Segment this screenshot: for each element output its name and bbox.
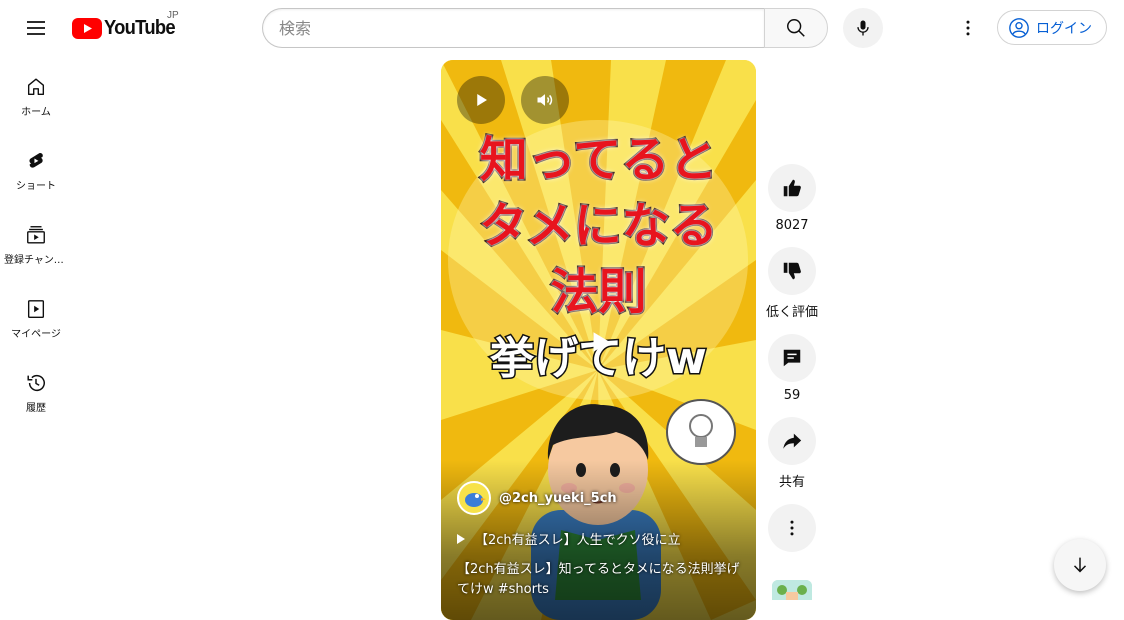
shorts-action-bar: 8027 低く評価 59 共有	[766, 164, 818, 552]
guide-menu-button[interactable]	[16, 8, 56, 48]
history-icon	[27, 375, 45, 392]
sidebar-item-label: 履歴	[26, 403, 46, 414]
search-icon	[787, 19, 805, 37]
youtube-play-logo-icon	[72, 18, 102, 39]
bird-avatar-icon	[465, 493, 486, 507]
search-input[interactable]	[262, 8, 764, 48]
share-button[interactable]	[768, 417, 816, 465]
mini-guide: ホーム ショート 登録チャンネル マイページ 履歴	[0, 56, 72, 426]
thumbnail-text-line: 法則	[549, 263, 648, 322]
shorts-player[interactable]: 知ってると タメになる 法則 挙げてけw @2ch_yueki_5ch 【2ch…	[441, 60, 756, 620]
hamburger-icon	[27, 21, 45, 35]
youtube-logo[interactable]: YouTube	[72, 14, 181, 42]
signin-button[interactable]: ログイン	[997, 10, 1107, 45]
sound-thumbnail[interactable]	[772, 580, 812, 600]
video-title[interactable]: 【2ch有益スレ】知ってるとタメになる法則挙げてけw #shorts	[457, 560, 747, 600]
playlist-link[interactable]: 【2ch有益スレ】人生でクソ役に立	[457, 529, 681, 548]
subscriptions-icon	[27, 226, 45, 244]
shorts-icon	[29, 153, 43, 168]
comment-icon	[783, 349, 801, 367]
home-icon	[27, 78, 45, 96]
like-button[interactable]	[768, 164, 816, 212]
region-code: JP	[167, 10, 179, 21]
microphone-icon	[857, 20, 869, 36]
play-pause-button[interactable]	[457, 76, 505, 124]
signin-label: ログイン	[1036, 20, 1092, 37]
sidebar-item-subscriptions[interactable]: 登録チャンネル	[0, 204, 72, 278]
more-vertical-icon	[790, 520, 794, 536]
sidebar-item-label: マイページ	[11, 329, 61, 340]
channel-avatar[interactable]	[457, 481, 491, 515]
dislike-button[interactable]	[768, 247, 816, 295]
more-vertical-icon	[966, 20, 970, 36]
volume-icon	[537, 94, 553, 106]
search-button[interactable]	[764, 8, 828, 48]
more-actions-button[interactable]	[768, 504, 816, 552]
sidebar-item-you[interactable]: マイページ	[0, 278, 72, 352]
comment-count: 59	[783, 388, 801, 403]
sound-thumbnail-art	[772, 580, 812, 600]
thumbnail-text-line: 知ってると	[478, 131, 719, 190]
arrow-down-icon	[1073, 557, 1087, 573]
share-action: 共有	[766, 417, 818, 504]
play-icon	[593, 332, 610, 352]
playlist-play-icon	[457, 533, 465, 544]
like-action: 8027	[766, 164, 818, 247]
like-count: 8027	[775, 218, 809, 233]
search-box	[262, 8, 828, 48]
dislike-action: 低く評価	[766, 247, 818, 334]
thumbs-up-icon	[783, 179, 801, 197]
library-icon	[27, 300, 45, 318]
sidebar-item-home[interactable]: ホーム	[0, 56, 72, 130]
next-video-button[interactable]	[1054, 539, 1106, 591]
masthead: YouTube JP ログイン	[0, 0, 1124, 56]
dislike-label: 低く評価	[766, 305, 819, 320]
sidebar-item-label: 登録チャンネル	[4, 255, 68, 266]
sidebar-item-history[interactable]: 履歴	[0, 352, 72, 426]
channel-handle[interactable]: @2ch_yueki_5ch	[499, 491, 617, 506]
play-icon	[477, 94, 487, 106]
thumbs-down-icon	[783, 262, 801, 280]
lightbulb-bubble-icon	[666, 399, 736, 465]
thumbnail-text-line: タメになる	[478, 197, 720, 256]
more-action	[766, 504, 818, 552]
sidebar-item-shorts[interactable]: ショート	[0, 130, 72, 204]
channel-info[interactable]: @2ch_yueki_5ch	[457, 481, 617, 515]
account-circle-icon	[1009, 17, 1029, 38]
mute-button[interactable]	[521, 76, 569, 124]
playlist-title: 【2ch有益スレ】人生でクソ役に立	[475, 533, 681, 548]
logo-wordmark: YouTube	[104, 17, 176, 39]
center-play-button[interactable]	[580, 322, 620, 362]
voice-search-button[interactable]	[843, 8, 883, 48]
sidebar-item-label: ホーム	[21, 107, 51, 118]
settings-more-button[interactable]	[948, 8, 988, 48]
comments-button[interactable]	[768, 334, 816, 382]
comment-action: 59	[766, 334, 818, 417]
sidebar-item-label: ショート	[16, 181, 56, 192]
share-arrow-icon	[783, 433, 802, 449]
share-label: 共有	[778, 475, 805, 490]
